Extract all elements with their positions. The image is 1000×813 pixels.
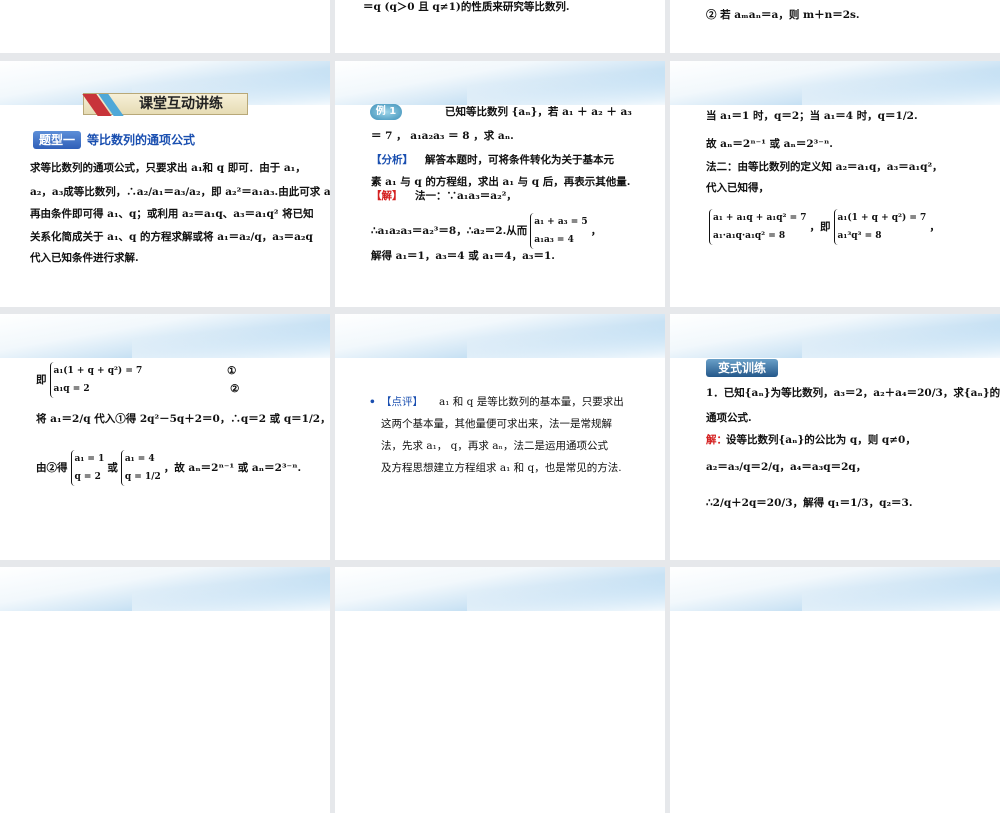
slide-thumbnail[interactable] xyxy=(335,567,665,813)
text-line: 代入已知得， xyxy=(706,182,769,194)
example-badge: 例 1 xyxy=(370,104,402,120)
text-line: 代入已知条件进行求解. xyxy=(30,252,139,264)
equation-system: a₁ = 1 q = 2 xyxy=(70,450,105,486)
slide-header-decoration xyxy=(670,61,1000,105)
equation: a₁ + a₃ = 5 xyxy=(534,217,588,227)
text-span: 即 xyxy=(36,374,47,386)
text-line: 解答本题时，可将条件转化为关于基本元 xyxy=(425,154,614,166)
slide-thumbnail[interactable]: 即 a₁(1 + q + q²) = 7 a₁q = 2 ① ② 将 a₁＝2/q … xyxy=(0,314,330,560)
equation-system: a₁(1 + q + q²) = 7 a₁³q³ = 8 xyxy=(833,209,927,245)
text-line: 求等比数列的通项公式，只要求出 a₁和 q 即可．由于 a₁， xyxy=(30,162,306,174)
equation: q = 2 xyxy=(74,472,101,482)
comment-label: 【点评】 xyxy=(381,396,423,408)
slide-header-decoration xyxy=(0,314,330,358)
text-span: ，故 aₙ＝2ⁿ⁻¹ 或 aₙ＝2³⁻ⁿ. xyxy=(163,462,302,474)
text-line: ＝q (q＞0 且 q≠1)的性质来研究等比数列. xyxy=(363,1,570,13)
text-line: ＝ 7 ， a₁a₂a₃ ＝ 8 ，求 aₙ. xyxy=(371,130,514,142)
equation: a₁·a₁q·a₁q² = 8 xyxy=(713,231,786,241)
equation-system: a₁ = 4 q = 1/2 xyxy=(120,450,161,486)
slide-thumbnail[interactable] xyxy=(670,567,1000,813)
text-line: 故 aₙ＝2ⁿ⁻¹ 或 aₙ＝2³⁻ⁿ. xyxy=(706,138,833,150)
text-line: 法二：由等比数列的定义知 a₂＝a₁q，a₃＝a₁q²， xyxy=(706,161,943,173)
text-line: 关系化简成关于 a₁、q 的方程求解或将 a₁＝a₂/q，a₃＝a₂q xyxy=(30,231,313,243)
section-heading: 等比数列的通项公式 xyxy=(87,133,196,147)
slide-thumbnail[interactable]: ② 若 aₘaₙ＝a，则 m＋n＝2s. xyxy=(670,0,1000,53)
text-line: 1．已知{aₙ}为等比数列，a₃＝2，a₂＋a₄＝20/3，求{aₙ}的 xyxy=(706,387,1000,399)
slide-header-decoration xyxy=(670,314,1000,358)
equation: a₁ = 4 xyxy=(124,454,155,464)
text-line: 已知等比数列 {aₙ}，若 a₁ ＋ a₂ ＋ a₃ xyxy=(445,106,632,118)
equation-system: a₁(1 + q + q²) = 7 a₁q = 2 xyxy=(49,362,143,398)
slide-thumbnail[interactable]: 例 1 已知等比数列 {aₙ}，若 a₁ ＋ a₂ ＋ a₃ ＝ 7 ， a₁a… xyxy=(335,61,665,307)
slide-header-decoration xyxy=(335,567,665,611)
solution-label: 【解】 xyxy=(371,190,403,202)
text-span: ∴a₁a₂a₃＝a₂³＝8，∴a₂＝2.从而 xyxy=(371,225,528,237)
text-line: 这两个基本量，其他量便可求出来，法一是常规解 xyxy=(381,418,612,430)
equation: a₁q = 2 xyxy=(53,384,90,394)
slide-thumbnail[interactable]: ＝q (q＞0 且 q≠1)的性质来研究等比数列. xyxy=(335,0,665,53)
equation: q = 1/2 xyxy=(124,472,161,482)
text-line: 将 a₁＝2/q 代入①得 2q²－5q＋2＝0，∴q＝2 或 q＝1/2， xyxy=(36,413,330,425)
slide-header-decoration xyxy=(670,567,1000,611)
text-line: ∴a₁a₂a₃＝a₂³＝8，∴a₂＝2.从而 a₁ + a₃ = 5 a₁a₃ = … xyxy=(371,213,601,249)
text-line: 由②得 a₁ = 1 q = 2 或 a₁ = 4 q = 1/2 ，故 aₙ＝2ⁿ⁻¹ 或… xyxy=(36,450,301,486)
text-line: 即 a₁(1 + q + q²) = 7 a₁q = 2 xyxy=(36,362,145,398)
text-span: 由②得 xyxy=(36,462,68,474)
solution-label: 解： xyxy=(706,434,727,446)
circled-number: ② xyxy=(230,383,240,395)
text-line: 设等比数列{aₙ}的公比为 q，则 q≠0， xyxy=(726,434,916,446)
slide-thumbnail[interactable]: 当 a₁＝1 时，q＝2；当 a₁＝4 时，q＝1/2. 故 aₙ＝2ⁿ⁻¹ 或… xyxy=(670,61,1000,307)
text-line: 当 a₁＝1 时，q＝2；当 a₁＝4 时，q＝1/2. xyxy=(706,110,918,122)
slide-thumbnail[interactable]: • 【点评】 a₁ 和 q 是等比数列的基本量，只要求出 这两个基本量，其他量便… xyxy=(335,314,665,560)
equation: a₁ + a₁q + a₁q² = 7 xyxy=(713,213,807,223)
slide-header-decoration xyxy=(335,314,665,358)
slide-header-decoration xyxy=(0,567,330,611)
equation-system: a₁ + a₃ = 5 a₁a₃ = 4 xyxy=(530,213,588,249)
type-tag: 题型一 xyxy=(33,131,81,149)
slide-header-decoration xyxy=(335,61,665,105)
equation: a₁(1 + q + q²) = 7 xyxy=(837,213,927,223)
slide-thumbnail[interactable]: 变式训练 1．已知{aₙ}为等比数列，a₃＝2，a₂＋a₄＝20/3，求{aₙ}… xyxy=(670,314,1000,560)
equation: a₁³q³ = 8 xyxy=(837,231,882,241)
banner-title: 课堂互动讲练 xyxy=(139,96,223,112)
text-line: a₂＝a₃/q＝2/q，a₄＝a₃q＝2q， xyxy=(706,461,867,473)
text-line: 解得 a₁＝1，a₃＝4 或 a₁＝4，a₃＝1. xyxy=(371,250,555,262)
text-line: ② 若 aₘaₙ＝a，则 m＋n＝2s. xyxy=(706,9,860,21)
text-line: 及方程思想建立方程组求 a₁ 和 q，也是常见的方法. xyxy=(381,462,622,474)
slide-thumbnail[interactable] xyxy=(0,0,330,53)
bullet: • xyxy=(369,396,376,408)
analysis-label: 【分析】 xyxy=(371,154,413,166)
text-line: a₁ 和 q 是等比数列的基本量，只要求出 xyxy=(439,396,624,408)
equation-system: a₁ + a₁q + a₁q² = 7 a₁·a₁q·a₁q² = 8 xyxy=(709,209,807,245)
section-banner: 课堂互动讲练 xyxy=(82,93,248,116)
text-line: 通项公式. xyxy=(706,412,752,424)
text-line: ∴2/q＋2q＝20/3，解得 q₁＝1/3，q₂＝3. xyxy=(706,497,913,509)
slide-thumbnail[interactable]: 课堂互动讲练 题型一 等比数列的通项公式 求等比数列的通项公式，只要求出 a₁和… xyxy=(0,61,330,307)
text-span: 或 xyxy=(107,462,118,474)
text-line: a₂，a₃成等比数列，∴a₂/a₁＝a₃/a₂，即 a₂²＝a₁a₃.由此可求 … xyxy=(30,186,330,198)
text-line: 再由条件即可得 a₁、q；或利用 a₂＝a₁q、a₃＝a₁q² 将已知 xyxy=(30,208,314,220)
text-line: 法一：∵a₁a₃＝a₂²， xyxy=(415,190,517,202)
text-line: a₁ + a₁q + a₁q² = 7 a₁·a₁q·a₁q² = 8 ，即 a₁(1… xyxy=(706,209,940,245)
text-span: ，即 xyxy=(809,221,831,233)
equation: a₁(1 + q + q²) = 7 xyxy=(53,366,143,376)
variant-training-tag: 变式训练 xyxy=(706,359,778,377)
equation: a₁ = 1 xyxy=(74,454,105,464)
slide-thumbnail[interactable] xyxy=(0,567,330,813)
text-line: 法，先求 a₁， q，再求 aₙ，法二是运用通项公式 xyxy=(381,440,609,452)
